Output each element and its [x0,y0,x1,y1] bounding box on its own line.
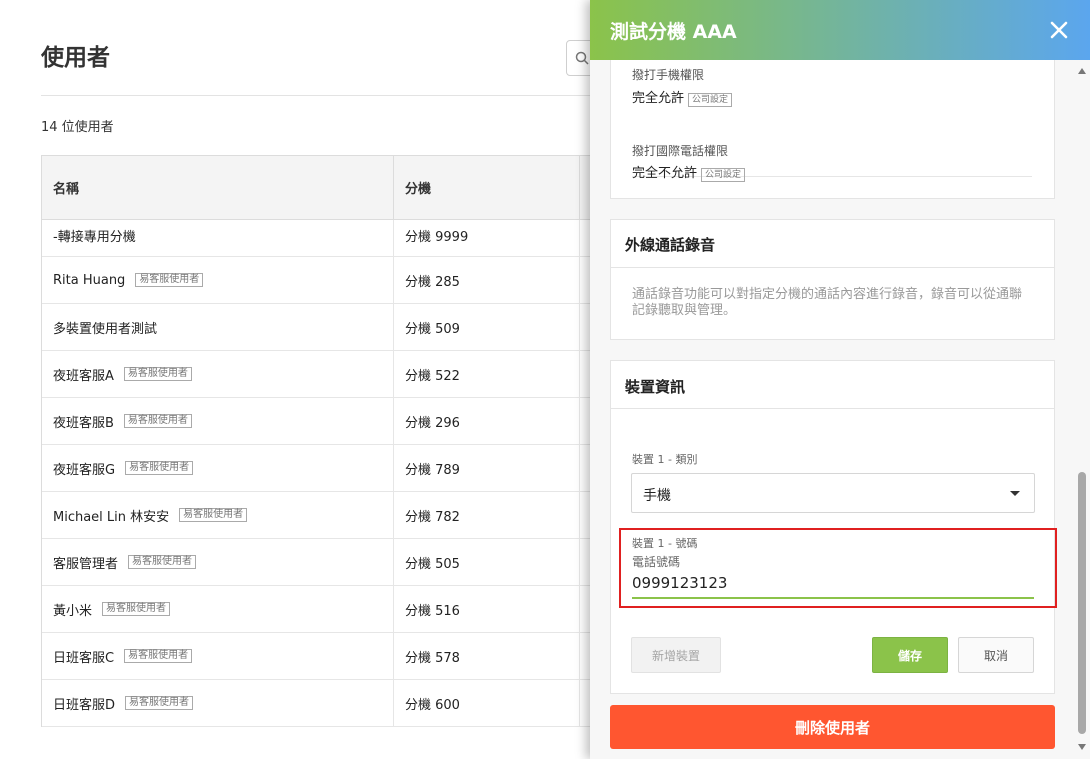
column-header-extension[interactable]: 分機 [394,156,580,219]
user-name-cell: 夜班客服B 易客服使用者 [42,398,394,444]
scroll-down-icon[interactable] [1078,744,1086,750]
mobile-permission-value: 完全允許 公司設定 [632,87,733,107]
caret-down-icon [1010,491,1020,496]
table-row[interactable]: 日班客服D 易客服使用者 分機 600 [42,680,600,727]
extension-cell: 分機 578 [394,633,580,679]
recording-title: 外線通話錄音 [625,236,716,254]
user-name-cell: 黃小米 易客服使用者 [42,586,394,632]
intl-permission-value: 完全不允許 公司設定 [632,162,746,182]
device-divider [611,408,1054,409]
user-name-cell: 夜班客服A 易客服使用者 [42,351,394,397]
user-name: 日班客服D [53,697,116,713]
intl-permission-label: 撥打國際電話權限 [632,144,729,158]
users-table: 名稱 分機 -轉接專用分機 分機 9999 Rita Huang 易客服使用者 分機 2… [41,155,601,727]
user-name-cell: 日班客服D 易客服使用者 [42,680,394,726]
table-row[interactable]: 日班客服C 易客服使用者 分機 578 [42,633,600,680]
user-type-badge: 易客服使用者 [102,602,171,616]
user-name-cell: 多裝置使用者測試 [42,304,394,350]
drawer-title: 測試分機 AAA [610,21,737,43]
user-name: 客服管理者 [53,556,119,572]
user-name: 夜班客服A [53,368,114,384]
company-setting-badge: 公司設定 [688,93,733,107]
add-device-button[interactable]: 新增裝置 [631,637,721,673]
phone-number-input[interactable] [632,569,1034,599]
delete-user-button[interactable]: 刪除使用者 [610,705,1055,749]
user-type-badge: 易客服使用者 [125,461,194,475]
user-type-badge: 易客服使用者 [124,649,193,663]
save-button[interactable]: 儲存 [872,637,948,673]
table-row[interactable]: -轉接專用分機 分機 9999 [42,220,600,257]
user-name-cell: Michael Lin 林安安 易客服使用者 [42,492,394,538]
table-body: -轉接專用分機 分機 9999 Rita Huang 易客服使用者 分機 285 多裝置使… [42,220,600,727]
table-row[interactable]: 夜班客服G 易客服使用者 分機 789 [42,445,600,492]
table-row[interactable]: 夜班客服B 易客服使用者 分機 296 [42,398,600,445]
device-type-label: 裝置 1 - 類別 [632,453,698,466]
table-row[interactable]: 多裝置使用者測試 分機 509 [42,304,600,351]
extension-cell: 分機 509 [394,304,580,350]
user-name: 黃小米 [53,603,93,619]
extension-cell: 分機 782 [394,492,580,538]
extension-cell: 分機 285 [394,257,580,303]
scroll-thumb[interactable] [1078,472,1086,734]
user-type-badge: 易客服使用者 [123,414,192,428]
permissions-card: 撥打手機權限 完全允許 公司設定 撥打國際電話權限 完全不允許 公司設定 [610,60,1055,199]
user-count: 14 位使用者 [41,120,114,135]
user-name-cell: -轉接專用分機 [42,220,394,256]
device-type-select[interactable]: 手機 [631,473,1035,513]
table-row[interactable]: Rita Huang 易客服使用者 分機 285 [42,257,600,304]
mobile-permission-label: 撥打手機權限 [632,68,705,82]
user-name-cell: 客服管理者 易客服使用者 [42,539,394,585]
user-type-badge: 易客服使用者 [179,508,248,522]
device-type-value: 手機 [643,488,671,504]
user-type-badge: 易客服使用者 [135,273,204,287]
user-name-cell: 日班客服C 易客服使用者 [42,633,394,679]
table-row[interactable]: 夜班客服A 易客服使用者 分機 522 [42,351,600,398]
recording-divider [611,267,1054,268]
cancel-button[interactable]: 取消 [958,637,1034,673]
user-name-cell: 夜班客服G 易客服使用者 [42,445,394,491]
user-type-badge: 易客服使用者 [128,555,197,569]
user-name: 日班客服C [53,650,115,666]
user-type-badge: 易客服使用者 [123,367,192,381]
close-button[interactable] [1046,17,1072,43]
extension-cell: 分機 522 [394,351,580,397]
user-name: -轉接專用分機 [53,230,136,245]
table-row[interactable]: 客服管理者 易客服使用者 分機 505 [42,539,600,586]
extension-cell: 分機 600 [394,680,580,726]
extension-cell: 分機 516 [394,586,580,632]
close-icon [1050,21,1068,39]
drawer-scrollbar[interactable] [1074,60,1090,759]
recording-card: 外線通話錄音 通話錄音功能可以對指定分機的通話內容進行錄音，錄音可以從通聯記錄聽… [610,219,1055,340]
user-type-badge: 易客服使用者 [125,696,194,710]
user-name: Rita Huang [53,272,126,288]
user-name-cell: Rita Huang 易客服使用者 [42,257,394,303]
extension-cell: 分機 296 [394,398,580,444]
device-number-label: 裝置 1 - 號碼 [632,537,698,550]
user-detail-drawer: 測試分機 AAA 撥打手機權限 完全允許 公司設定 撥打國際電話權限 完全不允許公… [590,0,1090,759]
intl-permission-text: 完全不允許 [632,166,698,181]
header-divider [41,95,601,96]
drawer-header: 測試分機 AAA [590,0,1090,60]
column-header-name[interactable]: 名稱 [42,156,394,219]
phone-number-label: 電話號碼 [632,555,681,569]
user-name: 多裝置使用者測試 [53,321,158,337]
table-row[interactable]: 黃小米 易客服使用者 分機 516 [42,586,600,633]
page-title: 使用者 [41,45,110,71]
extension-cell: 分機 789 [394,445,580,491]
device-card: 裝置資訊 裝置 1 - 類別 手機 裝置 1 - 號碼 電話號碼 新增裝置 儲存… [610,360,1057,694]
table-header: 名稱 分機 [42,156,600,220]
mobile-permission-text: 完全允許 [632,91,685,106]
company-setting-badge: 公司設定 [701,168,746,182]
search-icon [575,51,589,65]
user-name: 夜班客服G [53,462,116,478]
table-row[interactable]: Michael Lin 林安安 易客服使用者 分機 782 [42,492,600,539]
device-title: 裝置資訊 [625,378,686,396]
extension-cell: 分機 505 [394,539,580,585]
user-name: Michael Lin 林安安 [53,509,170,525]
scroll-up-icon[interactable] [1078,68,1086,74]
extension-cell: 分機 9999 [394,220,580,256]
user-name: 夜班客服B [53,415,114,431]
recording-description: 通話錄音功能可以對指定分機的通話內容進行錄音，錄音可以從通聯記錄聽取與管理。 [632,287,1023,318]
